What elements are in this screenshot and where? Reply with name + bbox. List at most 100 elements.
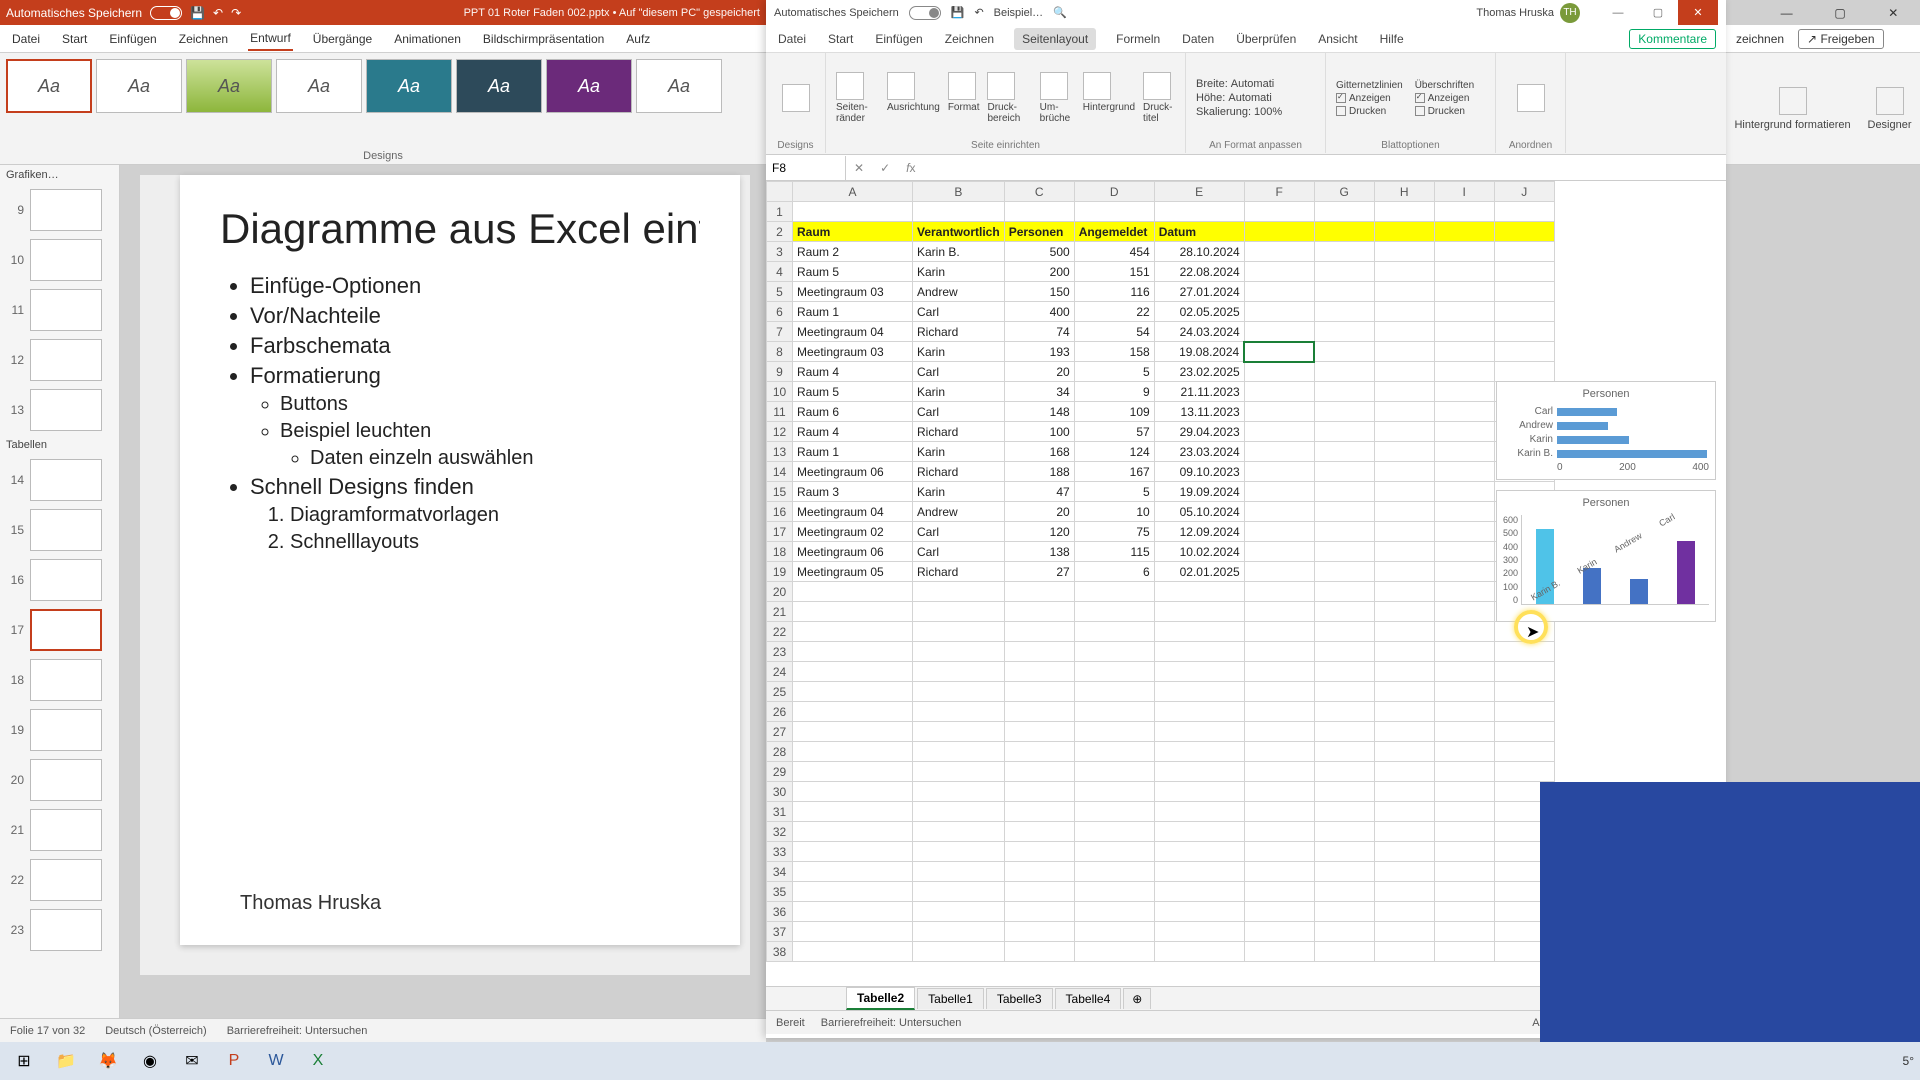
cell[interactable]: 02.01.2025 bbox=[1154, 562, 1244, 582]
cell[interactable] bbox=[1004, 722, 1074, 742]
cell[interactable] bbox=[1004, 942, 1074, 962]
cell[interactable]: 47 bbox=[1004, 482, 1074, 502]
cell[interactable]: 13.11.2023 bbox=[1154, 402, 1244, 422]
cell[interactable]: 158 bbox=[1074, 342, 1154, 362]
cell[interactable]: Raum 4 bbox=[793, 362, 913, 382]
slide-thumbnail-21[interactable]: 21 bbox=[0, 805, 119, 855]
cell[interactable] bbox=[1154, 922, 1244, 942]
cell[interactable]: 150 bbox=[1004, 282, 1074, 302]
col-header-C[interactable]: C bbox=[1004, 182, 1074, 202]
slide-thumbnail-panel[interactable]: Grafiken… 910111213 Tabellen 14151617181… bbox=[0, 165, 120, 1043]
cell[interactable] bbox=[1244, 622, 1314, 642]
cell[interactable]: Meetingraum 02 bbox=[793, 522, 913, 542]
row-header[interactable]: 14 bbox=[767, 462, 793, 482]
cell[interactable]: 22.08.2024 bbox=[1154, 262, 1244, 282]
slide-thumbnail-17[interactable]: 17 bbox=[0, 605, 119, 655]
cell[interactable] bbox=[1314, 742, 1374, 762]
cell[interactable] bbox=[1314, 902, 1374, 922]
cell[interactable] bbox=[1004, 602, 1074, 622]
cell[interactable] bbox=[1004, 802, 1074, 822]
cell[interactable] bbox=[1074, 662, 1154, 682]
cell[interactable] bbox=[1434, 842, 1494, 862]
cell[interactable]: Richard bbox=[913, 422, 1005, 442]
cell[interactable] bbox=[1374, 662, 1434, 682]
cell[interactable]: 168 bbox=[1004, 442, 1074, 462]
slide-thumbnail-15[interactable]: 15 bbox=[0, 505, 119, 555]
maximize-icon[interactable]: ▢ bbox=[1813, 0, 1866, 25]
slide-author[interactable]: Thomas Hruska bbox=[240, 892, 381, 915]
cell[interactable]: 10.02.2024 bbox=[1154, 542, 1244, 562]
cancel-icon[interactable]: ✕ bbox=[846, 161, 872, 175]
header-cell[interactable]: Raum bbox=[793, 222, 913, 242]
row-header[interactable]: 9 bbox=[767, 362, 793, 382]
cell[interactable]: 20 bbox=[1004, 502, 1074, 522]
cell[interactable] bbox=[1374, 862, 1434, 882]
row-header[interactable]: 24 bbox=[767, 662, 793, 682]
cell[interactable] bbox=[913, 742, 1005, 762]
cell[interactable]: 21.11.2023 bbox=[1154, 382, 1244, 402]
tab-hilfe[interactable]: Hilfe bbox=[1378, 28, 1406, 50]
cell[interactable] bbox=[1004, 882, 1074, 902]
cell[interactable] bbox=[1244, 422, 1314, 442]
cell[interactable] bbox=[1374, 762, 1434, 782]
cell[interactable] bbox=[793, 902, 913, 922]
cell[interactable] bbox=[913, 722, 1005, 742]
cell[interactable]: Raum 1 bbox=[793, 442, 913, 462]
headings-print-checkbox[interactable]: Drucken bbox=[1415, 106, 1474, 117]
cell[interactable] bbox=[1374, 642, 1434, 662]
header-cell[interactable]: Datum bbox=[1154, 222, 1244, 242]
cell[interactable]: 9 bbox=[1074, 382, 1154, 402]
cell[interactable] bbox=[793, 582, 913, 602]
user-avatar[interactable]: TH bbox=[1560, 3, 1580, 23]
cell[interactable]: Raum 5 bbox=[793, 382, 913, 402]
design-theme-4[interactable]: Aa bbox=[276, 59, 362, 113]
cell[interactable] bbox=[1374, 782, 1434, 802]
cell[interactable] bbox=[1434, 702, 1494, 722]
cell[interactable] bbox=[1154, 762, 1244, 782]
cell[interactable] bbox=[913, 862, 1005, 882]
cell[interactable]: 148 bbox=[1004, 402, 1074, 422]
chrome-icon[interactable]: ◉ bbox=[132, 1046, 168, 1076]
cell[interactable] bbox=[1434, 782, 1494, 802]
cell[interactable] bbox=[1434, 662, 1494, 682]
cell[interactable] bbox=[793, 722, 913, 742]
cell[interactable]: Karin bbox=[913, 482, 1005, 502]
cell[interactable] bbox=[1074, 802, 1154, 822]
cell[interactable] bbox=[1314, 622, 1374, 642]
row-header[interactable]: 10 bbox=[767, 382, 793, 402]
cell[interactable] bbox=[1074, 922, 1154, 942]
cell[interactable] bbox=[1154, 842, 1244, 862]
cell[interactable]: Raum 3 bbox=[793, 482, 913, 502]
cell[interactable] bbox=[1154, 622, 1244, 642]
add-sheet-button[interactable]: ⊕ bbox=[1123, 988, 1151, 1009]
tab-bildschirm[interactable]: Bildschirmpräsentation bbox=[481, 28, 606, 50]
enter-icon[interactable]: ✓ bbox=[872, 161, 898, 175]
cell[interactable] bbox=[1374, 722, 1434, 742]
cell[interactable] bbox=[1494, 722, 1554, 742]
col-header-F[interactable]: F bbox=[1244, 182, 1314, 202]
slide-thumbnail-23[interactable]: 23 bbox=[0, 905, 119, 955]
row-header[interactable]: 38 bbox=[767, 942, 793, 962]
cell[interactable] bbox=[913, 582, 1005, 602]
row-header[interactable]: 23 bbox=[767, 642, 793, 662]
cell[interactable]: Karin bbox=[913, 342, 1005, 362]
tab-ueberpruefen[interactable]: Überprüfen bbox=[1234, 28, 1298, 50]
cell[interactable]: Richard bbox=[913, 562, 1005, 582]
cell[interactable]: 24.03.2024 bbox=[1154, 322, 1244, 342]
accessibility-check[interactable]: Barrierefreiheit: Untersuchen bbox=[227, 1025, 368, 1037]
cell[interactable] bbox=[1004, 782, 1074, 802]
cell[interactable]: 12.09.2024 bbox=[1154, 522, 1244, 542]
margins-button[interactable]: Seiten-ränder bbox=[836, 72, 879, 124]
cell[interactable] bbox=[1244, 902, 1314, 922]
cell[interactable] bbox=[1004, 922, 1074, 942]
excel-icon[interactable]: X bbox=[300, 1046, 336, 1076]
cell[interactable] bbox=[1154, 902, 1244, 922]
cell[interactable]: Andrew bbox=[913, 282, 1005, 302]
cell[interactable]: Karin bbox=[913, 262, 1005, 282]
scale-input[interactable]: 100% bbox=[1254, 106, 1282, 118]
minimize-icon[interactable]: — bbox=[1598, 0, 1638, 25]
sheet-tab[interactable]: Tabelle1 bbox=[917, 988, 984, 1009]
cell[interactable] bbox=[1314, 662, 1374, 682]
cell[interactable] bbox=[1374, 742, 1434, 762]
cell[interactable] bbox=[1244, 662, 1314, 682]
